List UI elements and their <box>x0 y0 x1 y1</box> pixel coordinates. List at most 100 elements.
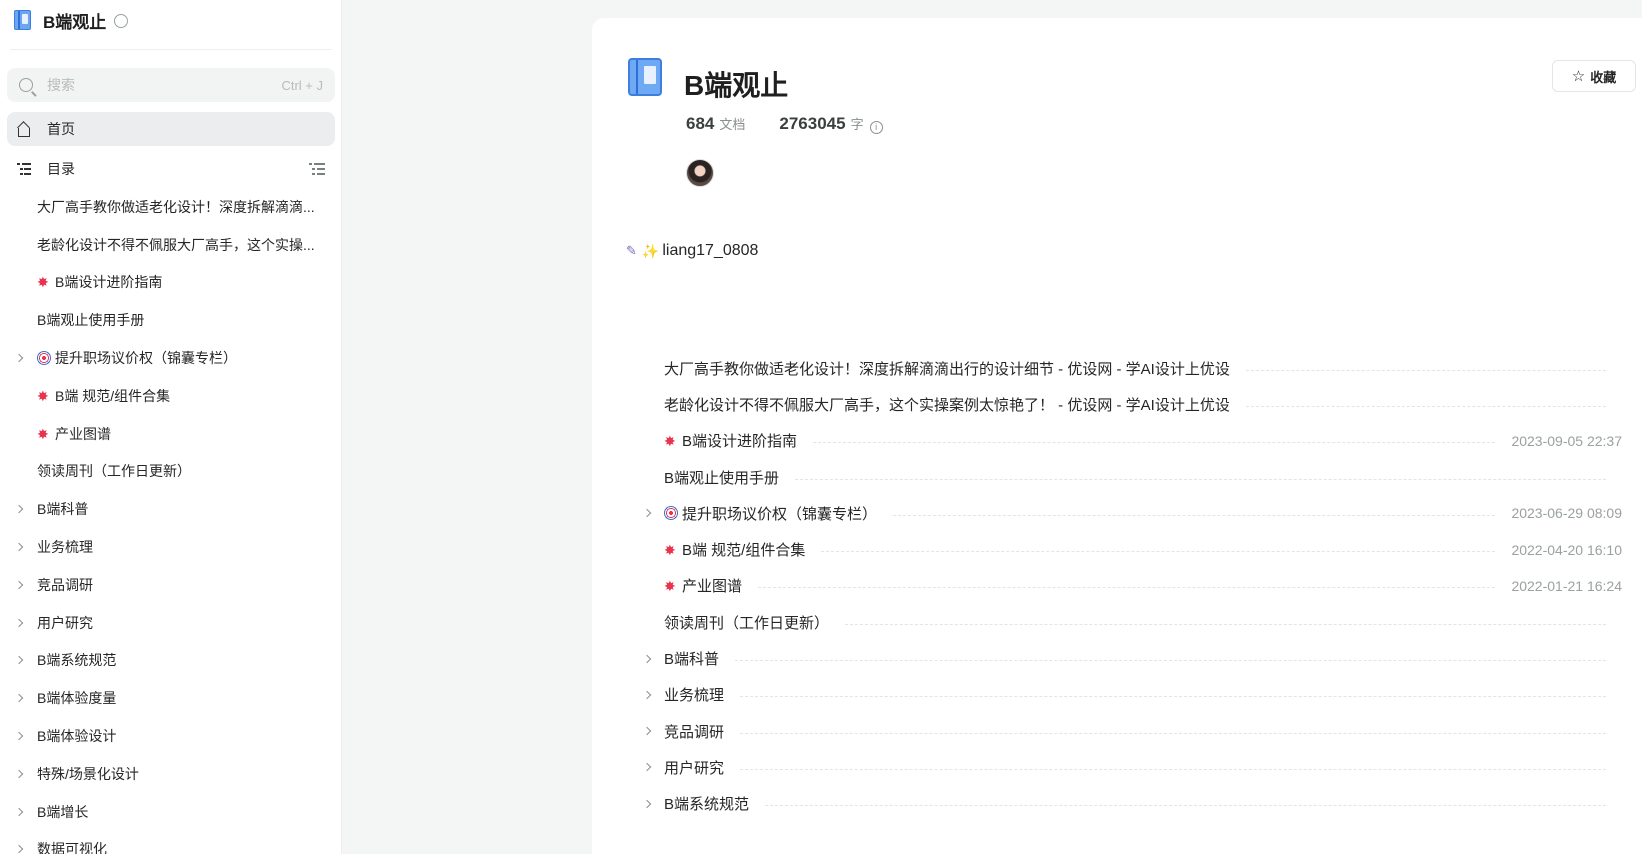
catalog-title[interactable]: 领读周刊（工作日更新） <box>664 612 829 633</box>
catalog-row[interactable]: 领读周刊（工作日更新） <box>592 604 1642 640</box>
chevron-right-icon[interactable] <box>14 731 24 741</box>
catalog-title[interactable]: B端科普 <box>664 648 719 669</box>
chevron-right-icon[interactable] <box>14 618 24 627</box>
nav-toc[interactable]: 目录 <box>7 152 335 186</box>
catalog-title-text: 领读周刊（工作日更新） <box>664 614 830 632</box>
catalog-row[interactable]: 竞品调研 <box>592 713 1642 749</box>
sidebar-header[interactable]: B端观止 <box>14 6 129 34</box>
catalog-row[interactable]: B端设计进阶指南 2023-09-05 22:37 <box>592 423 1642 459</box>
sidebar-tree-item-label: B端体验设计 <box>37 728 117 745</box>
chevron-right-icon[interactable] <box>14 505 24 514</box>
chevron-right-icon[interactable] <box>14 769 24 779</box>
chevron-right-icon[interactable] <box>642 763 652 772</box>
nav-home[interactable]: 首页 <box>7 112 335 146</box>
dotted-leader <box>1245 369 1606 371</box>
catalog-row[interactable]: 用户研究 <box>592 749 1642 785</box>
intro-label: liang17_0808 <box>662 242 759 259</box>
burst-icon <box>664 540 678 560</box>
chevron-right-icon[interactable] <box>14 542 24 552</box>
sidebar-tree-item[interactable]: 特殊/场景化设计 <box>0 755 341 793</box>
catalog-title-text: 业务梳理 <box>664 687 725 705</box>
catalog-title[interactable]: B端 规范/组件合集 <box>664 539 805 560</box>
sidebar-tree-item[interactable]: B端增长 <box>0 793 341 831</box>
sidebar-title[interactable]: B端观止 <box>43 8 106 33</box>
catalog-title-text: B端系统规范 <box>664 796 750 814</box>
chevron-right-icon[interactable] <box>642 509 652 518</box>
toc-collapse-icon[interactable] <box>309 163 325 175</box>
nav-toc-label: 目录 <box>47 161 75 177</box>
sidebar: B端观止 搜索 Ctrl + J 首页 目录 大厂高手教你做适老化设计！深度拆解… <box>0 0 342 854</box>
sidebar-tree-item[interactable]: B端体验度量 <box>0 679 341 717</box>
catalog-row[interactable]: B端科普 <box>592 640 1642 676</box>
word-count: 2763045 <box>779 114 846 133</box>
sidebar-tree-item[interactable]: 产业图谱 <box>0 415 341 453</box>
book-stats: 684 文档 2763045 字 i <box>686 114 883 134</box>
page-title: B端观止 <box>684 70 789 101</box>
chevron-right-icon[interactable] <box>14 353 24 363</box>
sidebar-tree-item[interactable]: B端观止使用手册 <box>0 301 341 339</box>
avatar[interactable] <box>686 159 714 187</box>
chevron-right-icon[interactable] <box>14 807 24 816</box>
sidebar-tree-item-label: 用户研究 <box>37 614 93 631</box>
sidebar-tree-item[interactable]: B端科普 <box>0 490 341 528</box>
catalog-title[interactable]: B端观止使用手册 <box>664 467 779 488</box>
dotted-leader <box>765 805 1606 807</box>
catalog-title[interactable]: 用户研究 <box>664 757 724 778</box>
catalog-title[interactable]: 老龄化设计不得不佩服大厂高手，这个实操案例太惊艳了！ - 优设网 - 学AI设计… <box>664 394 1230 415</box>
catalog-row[interactable]: 提升职场议价权（锦囊专栏） 2023-06-29 08:09 <box>592 495 1642 531</box>
chevron-right-icon[interactable] <box>14 845 24 854</box>
burst-icon <box>37 386 51 406</box>
dotted-leader <box>740 696 1606 698</box>
sidebar-tree-item[interactable]: 业务梳理 <box>0 528 341 566</box>
catalog-row[interactable]: 业务梳理 <box>592 677 1642 713</box>
catalog-row[interactable]: B端 规范/组件合集 2022-04-20 16:10 <box>592 531 1642 567</box>
catalog-row[interactable]: 老龄化设计不得不佩服大厂高手，这个实操案例太惊艳了！ - 优设网 - 学AI设计… <box>592 386 1642 422</box>
public-icon <box>114 14 129 28</box>
info-icon[interactable]: i <box>869 121 883 134</box>
chevron-right-icon[interactable] <box>14 656 24 665</box>
sidebar-tree-item[interactable]: 提升职场议价权（锦囊专栏） <box>0 339 341 377</box>
sidebar-tree-item[interactable]: B端设计进阶指南 <box>0 264 341 302</box>
catalog-row[interactable]: 大厂高手教你做适老化设计！深度拆解滴滴出行的设计细节 - 优设网 - 学AI设计… <box>592 350 1642 386</box>
chevron-right-icon[interactable] <box>14 580 24 590</box>
catalog-row[interactable]: B端观止使用手册 <box>592 459 1642 495</box>
catalog-row[interactable]: B端系统规范 <box>592 786 1642 822</box>
sidebar-tree-item[interactable]: 大厂高手教你做适老化设计！深度拆解滴滴... <box>0 188 341 226</box>
sidebar-tree-item[interactable]: B端 规范/组件合集 <box>0 377 341 415</box>
catalog-list: 大厂高手教你做适老化设计！深度拆解滴滴出行的设计细节 - 优设网 - 学AI设计… <box>592 350 1642 822</box>
chevron-right-icon[interactable] <box>642 799 652 808</box>
sidebar-tree-item[interactable]: 老龄化设计不得不佩服大厂高手，这个实操... <box>0 226 341 264</box>
sidebar-tree-item-label: B端增长 <box>37 803 89 820</box>
catalog-title-text: B端科普 <box>664 651 720 669</box>
sidebar-tree-item[interactable]: 领读周刊（工作日更新） <box>0 453 341 491</box>
catalog-title[interactable]: B端设计进阶指南 <box>664 430 797 451</box>
catalog-title[interactable]: 业务梳理 <box>664 684 724 705</box>
chevron-right-icon[interactable] <box>642 690 652 700</box>
catalog-title[interactable]: 大厂高手教你做适老化设计！深度拆解滴滴出行的设计细节 - 优设网 - 学AI设计… <box>664 358 1230 379</box>
burst-icon <box>37 424 51 444</box>
sidebar-tree-item[interactable]: 数据可视化 <box>0 831 341 854</box>
sidebar-tree-item[interactable]: B端系统规范 <box>0 642 341 680</box>
sidebar-tree-item[interactable]: B端体验设计 <box>0 717 341 755</box>
chevron-right-icon[interactable] <box>14 694 24 703</box>
chevron-right-icon[interactable] <box>642 726 652 736</box>
catalog-title[interactable]: B端系统规范 <box>664 793 749 814</box>
catalog-title[interactable]: 竞品调研 <box>664 721 724 742</box>
doc-count: 684 <box>686 114 715 133</box>
search-input[interactable]: 搜索 Ctrl + J <box>7 68 335 102</box>
favorite-label: 收藏 <box>1590 69 1617 85</box>
catalog-date: 2023-09-05 22:37 <box>1511 432 1622 449</box>
catalog-row[interactable]: 产业图谱 2022-01-21 16:24 <box>592 568 1642 604</box>
sidebar-tree-item[interactable]: 竞品调研 <box>0 566 341 604</box>
chevron-right-icon[interactable] <box>642 654 652 663</box>
sidebar-tree-item-label: B端科普 <box>37 501 89 518</box>
burst-icon <box>664 576 678 596</box>
sidebar-tree-item[interactable]: 用户研究 <box>0 604 341 642</box>
book-icon <box>14 10 31 30</box>
catalog-title[interactable]: 产业图谱 <box>664 575 742 596</box>
dotted-leader <box>893 514 1496 516</box>
sidebar-tree-item-label: 领读周刊（工作日更新） <box>37 463 191 480</box>
catalog-title[interactable]: 提升职场议价权（锦囊专栏） <box>664 503 877 524</box>
favorite-button[interactable]: ☆ 收藏 <box>1552 60 1636 92</box>
sidebar-tree-item-label: 老龄化设计不得不佩服大厂高手，这个实操... <box>37 236 315 253</box>
